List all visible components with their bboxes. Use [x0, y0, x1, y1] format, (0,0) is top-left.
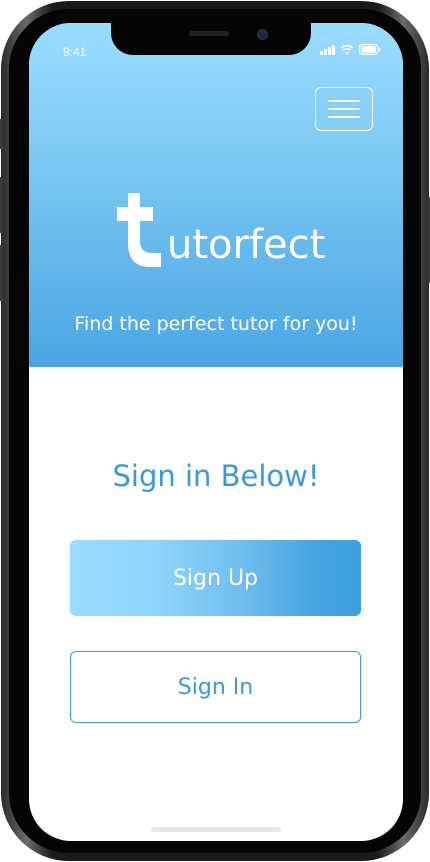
mute-switch: [0, 119, 3, 149]
sign-up-button[interactable]: Sign Up: [70, 540, 361, 616]
sign-up-label: Sign Up: [172, 565, 259, 591]
battery-icon: [359, 44, 381, 55]
hamburger-menu-icon-line: [328, 116, 360, 118]
home-indicator[interactable]: [151, 827, 281, 832]
tagline: Find the perfect tutor for you!: [74, 313, 358, 335]
volume-up-button: [0, 177, 3, 233]
volume-down-button: [0, 245, 3, 301]
device-notch: [111, 23, 311, 55]
logo-t-icon: [117, 193, 161, 267]
phone-device: 9:41 utorfect Find the perfect tutor for…: [0, 1, 430, 861]
sign-in-heading: Sign in Below!: [112, 459, 320, 493]
cellular-signal-icon: [320, 45, 335, 55]
logo-wordmark: utorfect: [167, 222, 326, 268]
hamburger-menu-button[interactable]: [315, 87, 373, 131]
earpiece-speaker: [189, 31, 229, 36]
status-icons: [320, 43, 381, 55]
hero-header: 9:41 utorfect Find the perfect tutor for…: [29, 23, 403, 367]
wifi-icon: [340, 44, 354, 55]
sign-in-label: Sign In: [177, 674, 254, 700]
sign-in-button[interactable]: Sign In: [70, 651, 361, 723]
status-time: 9:41: [63, 45, 87, 59]
hamburger-menu-icon-line: [328, 108, 360, 110]
app-screen: 9:41 utorfect Find the perfect tutor for…: [29, 23, 403, 841]
hamburger-menu-icon-line: [328, 100, 360, 102]
app-logo: utorfect: [117, 191, 325, 271]
front-camera: [257, 29, 268, 40]
